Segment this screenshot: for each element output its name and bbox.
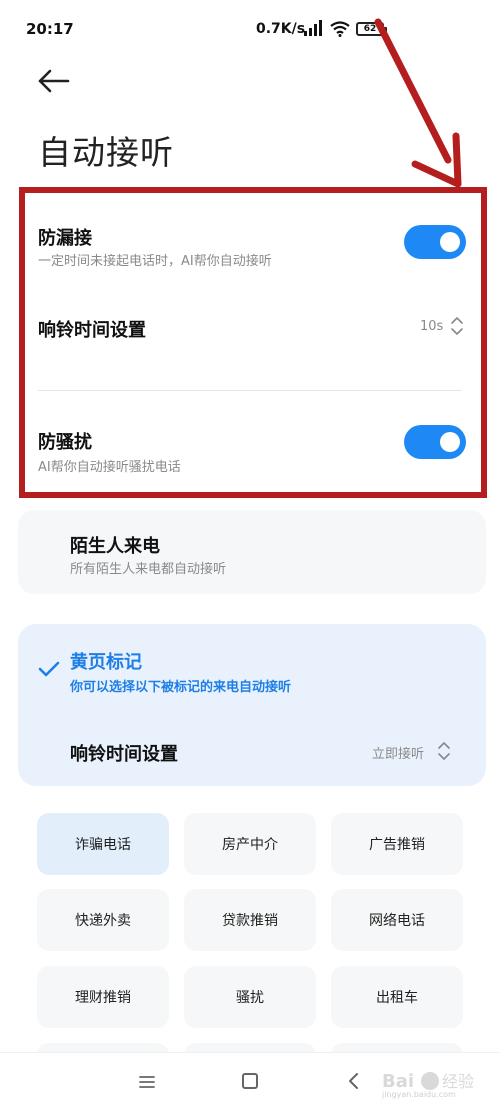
nav-back-icon[interactable]	[346, 1071, 362, 1091]
back-arrow-icon[interactable]	[34, 66, 74, 96]
category-chip-ads[interactable]: 广告推销	[331, 813, 463, 875]
category-chip-delivery[interactable]: 快递外卖	[37, 889, 169, 951]
stranger-call-card[interactable]: 陌生人来电 所有陌生人来电都自动接听	[18, 510, 486, 594]
ring-time-2-value: 立即接听	[372, 747, 425, 762]
chevron-updown-icon	[438, 742, 450, 760]
wifi-icon	[330, 21, 350, 37]
signal-icon	[304, 20, 322, 36]
svg-text:经验: 经验	[442, 1072, 474, 1091]
menu-icon[interactable]	[138, 1073, 156, 1091]
annotation-highlight-box	[19, 187, 487, 498]
category-chip-taxi[interactable]: 出租车	[331, 966, 463, 1028]
category-chip-real-estate[interactable]: 房产中介	[184, 813, 316, 875]
svg-text:Bai: Bai	[382, 1071, 414, 1092]
yellow-pages-title: 黄页标记	[70, 652, 142, 673]
stranger-subtitle: 所有陌生人来电都自动接听	[70, 562, 227, 577]
watermark-text: jingyan.baidu.com	[381, 1090, 456, 1099]
network-speed: 0.7K/s	[256, 21, 306, 37]
category-chip-fraud[interactable]: 诈骗电话	[37, 813, 169, 875]
home-icon[interactable]	[242, 1073, 258, 1089]
status-bar: 20:17 0.7K/s 62	[0, 0, 500, 58]
category-chip-finance[interactable]: 理财推销	[37, 966, 169, 1028]
battery-level: 62	[363, 24, 377, 34]
stranger-title: 陌生人来电	[70, 536, 160, 557]
category-chip-harassment[interactable]: 骚扰	[184, 966, 316, 1028]
check-icon	[38, 661, 60, 677]
battery-icon: 62	[356, 22, 387, 36]
status-time: 20:17	[26, 20, 74, 38]
ring-time-2-title: 响铃时间设置	[70, 744, 178, 765]
navigation-bar: Bai 经验 jingyan.baidu.com	[0, 1052, 500, 1111]
page-title: 自动接听	[38, 133, 174, 172]
category-chip-voip[interactable]: 网络电话	[331, 889, 463, 951]
category-chip-loan[interactable]: 贷款推销	[184, 889, 316, 951]
baidu-watermark-logo: Bai 经验 jingyan.baidu.com	[381, 1071, 474, 1099]
yellow-pages-subtitle: 你可以选择以下被标记的来电自动接听	[70, 680, 292, 695]
